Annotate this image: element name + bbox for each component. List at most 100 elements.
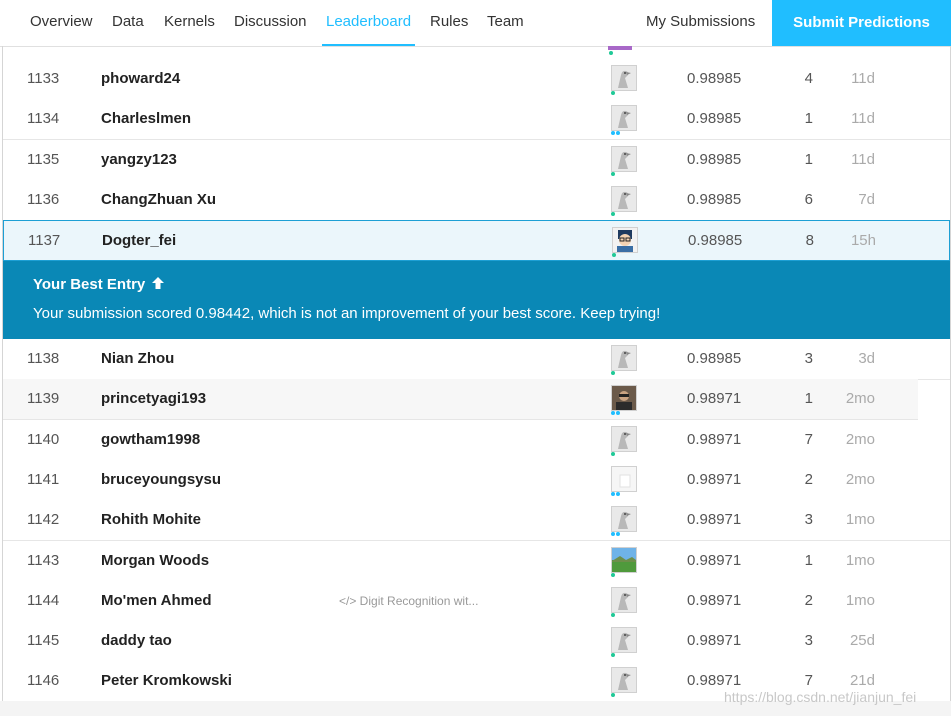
team-members-dots [611,371,616,376]
team-members-dots [612,253,617,258]
table-row[interactable]: 1140 gowtham1998 0.98971 7 2mo [3,419,950,461]
goose-icon[interactable] [611,185,637,212]
tab-overview[interactable]: Overview [30,0,93,44]
team-name-link[interactable]: Mo'men Ahmed [101,581,212,621]
blank-avatar-icon[interactable] [611,465,637,492]
rank-cell: 1138 [27,350,60,367]
entries-cell: 2 [804,470,813,488]
goose-icon[interactable] [611,345,637,371]
score-cell: 0.98985 [687,70,742,87]
team-name-link[interactable]: princetyagi193 [101,379,206,419]
last-submission-cell: 1mo [845,551,875,569]
rank-cell: 1146 [27,672,60,690]
score-cell: 0.98985 [687,350,742,367]
team-name-link[interactable]: Rohith Mohite [101,500,201,540]
table-row[interactable]: 1133 phoward24 0.98985 4 11d [3,59,950,100]
score-cell: 0.98985 [687,110,742,128]
entries-cell: 1 [804,110,813,128]
entries-cell: 4 [804,70,813,87]
table-row[interactable]: 1144 Mo'men Ahmed </> Digit Recognition wi… [3,580,950,622]
rank-cell: 1142 [27,511,60,529]
competition-tabbar: Overview Data Kernels Discussion Leaderb… [0,0,951,47]
tab-data[interactable]: Data [112,0,144,44]
score-cell: 0.98971 [687,551,742,569]
goose-icon[interactable] [611,627,637,654]
member-dot-icon [611,371,615,375]
landscape-avatar-icon[interactable] [611,546,637,573]
team-name-link[interactable]: phoward24 [101,59,180,99]
goose-icon[interactable] [611,586,637,613]
last-submission-cell: 7d [858,190,875,208]
member-dot-icon [616,532,620,537]
table-row[interactable]: 1135 yangzy123 0.98985 1 11d [3,139,950,181]
team-name-link[interactable]: Morgan Woods [101,541,209,581]
team-name-link[interactable]: gowtham1998 [101,420,200,460]
team-members-dots [611,612,616,618]
rank-cell: 1136 [27,190,60,208]
goose-icon[interactable] [611,667,637,694]
last-submission-cell: 1mo [845,591,875,609]
member-dot-icon [611,491,615,496]
cartoon-avatar-icon[interactable] [612,227,638,254]
kernel-link[interactable]: </> Digit Recognition wit... [339,581,478,621]
last-submission-cell: 25d [849,632,875,650]
team-name-link[interactable]: Nian Zhou [101,339,174,379]
rank-cell: 1144 [27,591,60,609]
member-dot-icon [611,572,615,577]
last-submission-cell: 11d [851,110,875,128]
rank-cell: 1143 [27,551,60,569]
goose-icon[interactable] [611,506,637,533]
team-name-link[interactable]: yangzy123 [101,140,177,180]
tab-rules[interactable]: Rules [430,0,468,44]
rank-cell: 1135 [27,150,60,168]
score-cell: 0.98971 [687,591,742,609]
your-entry-row[interactable]: 1137 Dogter_fei 0.98985 8 15h [3,220,950,262]
team-members-dots [611,693,616,698]
entries-cell: 1 [804,551,813,569]
tab-discussion[interactable]: Discussion [234,0,307,44]
banner-message: Your submission scored 0.98442, which is… [33,305,661,322]
photo-avatar-icon[interactable] [611,385,637,412]
table-row[interactable]: 1136 ChangZhuan Xu 0.98985 6 7d [3,179,950,221]
entries-cell: 6 [804,190,813,208]
score-cell: 0.98971 [687,390,742,408]
goose-icon[interactable] [611,65,637,91]
goose-icon[interactable] [611,425,637,452]
team-name-link[interactable]: daddy tao [101,621,172,661]
table-row[interactable]: 1143 Morgan Woods 0.98971 1 1mo [3,540,950,582]
submit-predictions-button[interactable]: Submit Predictions [772,0,951,46]
rank-cell: 1140 [27,430,60,448]
entries-cell: 7 [804,430,813,448]
table-row[interactable]: 1141 bruceyoungsysu 0.98971 2 2mo [3,459,950,501]
last-submission-cell: 3d [858,350,875,367]
team-members-dots [611,572,616,578]
banner-title-text: Your Best Entry [33,276,146,293]
table-row[interactable]: 1138 Nian Zhou 0.98985 3 3d [3,339,950,380]
tab-team[interactable]: Team [487,0,524,44]
team-name-link[interactable]: ChangZhuan Xu [101,180,216,220]
arrow-up-icon [152,277,165,289]
team-name-link[interactable]: Charleslmen [101,99,191,139]
rank-cell: 1139 [27,390,60,408]
last-submission-cell: 15h [850,232,876,250]
table-row[interactable]: 1134 Charleslmen 0.98985 1 11d [3,99,950,141]
team-name-link[interactable]: bruceyoungsysu [101,460,221,500]
score-cell: 0.98971 [687,511,742,529]
member-dot-icon [611,131,615,136]
watermark: https://blog.csdn.net/jianjun_fei [724,689,917,705]
tab-leaderboard[interactable]: Leaderboard [322,0,416,46]
tab-kernels[interactable]: Kernels [164,0,215,44]
entries-cell: 8 [805,232,814,250]
member-dot-icon [616,131,620,136]
goose-icon[interactable] [611,105,637,132]
my-submissions-link[interactable]: My Submissions [646,0,755,44]
table-row[interactable]: 1139 princetyagi193 0.98971 1 2mo [3,379,918,421]
team-name-link[interactable]: Peter Kromkowski [101,661,232,701]
table-row[interactable]: 1142 Rohith Mohite 0.98971 3 1mo [3,500,950,542]
entries-cell: 1 [804,390,813,408]
last-submission-cell: 1mo [845,511,875,529]
team-name-link[interactable]: Dogter_fei [102,221,176,261]
goose-icon[interactable] [611,145,637,172]
member-dot-icon [611,411,615,416]
table-row[interactable]: 1145 daddy tao 0.98971 3 25d [3,621,950,663]
